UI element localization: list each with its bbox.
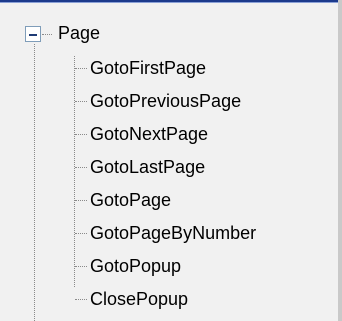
tree-node-page[interactable]: Page	[56, 22, 102, 44]
tree-child-connector	[75, 134, 87, 135]
tree-child-connector	[75, 167, 87, 168]
tree-child-connector	[75, 101, 87, 102]
minus-icon	[29, 34, 37, 36]
tree-node-gotopagebynumber[interactable]: GotoPageByNumber	[88, 222, 258, 244]
tree-node-gotonextpage[interactable]: GotoNextPage	[88, 123, 210, 145]
tree-view[interactable]: Page GotoFirstPage GotoPreviousPage Goto…	[0, 0, 342, 321]
panel-top-highlight	[0, 2, 342, 3]
tree-node-gotopreviouspage[interactable]: GotoPreviousPage	[88, 90, 243, 112]
tree-children-connector-line	[74, 56, 75, 287]
collapse-toggle-icon[interactable]	[25, 26, 41, 42]
tree-node-gotopopup[interactable]: GotoPopup	[88, 255, 183, 277]
tree-child-connector	[75, 233, 87, 234]
tree-root-stub-line	[42, 34, 52, 35]
tree-root-connector-line	[34, 44, 35, 321]
tree-child-connector	[75, 200, 87, 201]
tree-node-gotopage[interactable]: GotoPage	[88, 189, 173, 211]
tree-child-connector	[75, 299, 87, 300]
tree-child-connector	[75, 68, 87, 69]
tree-node-closepopup[interactable]: ClosePopup	[88, 288, 190, 310]
tree-child-connector	[75, 266, 87, 267]
panel-right-edge	[338, 0, 342, 321]
tree-node-gotolastpage[interactable]: GotoLastPage	[88, 156, 207, 178]
tree-node-gotofirstpage[interactable]: GotoFirstPage	[88, 57, 208, 79]
